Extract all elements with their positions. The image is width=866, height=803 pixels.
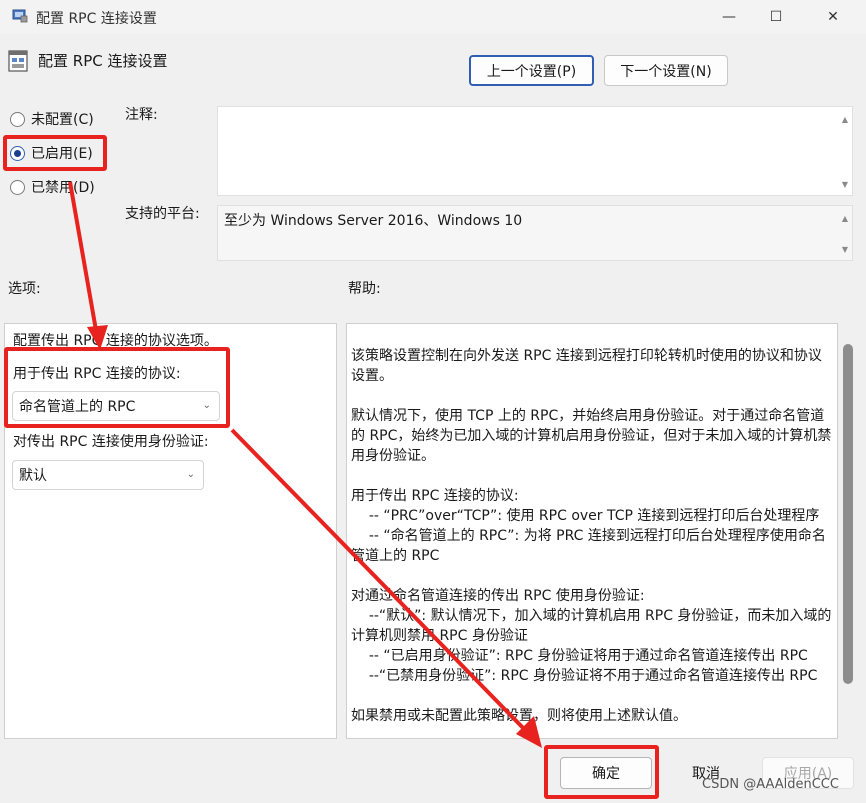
options-intro: 配置传出 RPC 连接的协议选项。: [13, 333, 218, 349]
auth-select[interactable]: 默认 ⌄: [12, 460, 204, 490]
chevron-down-icon: ⌄: [186, 469, 195, 480]
next-setting-button[interactable]: 下一个设置(N): [604, 55, 728, 86]
radio-enabled[interactable]: 已启用(E): [10, 142, 93, 164]
titlebar: 配置 RPC 连接设置 — ☐ ✕: [0, 0, 866, 34]
platform-value: 至少为 Windows Server 2016、Windows 10: [224, 213, 523, 229]
close-icon: ✕: [827, 9, 839, 25]
chevron-down-icon: ⌄: [202, 400, 211, 411]
auth-value: 默认: [19, 468, 47, 484]
radio-label: 已启用(E): [31, 146, 93, 162]
page-title: 配置 RPC 连接设置: [38, 52, 168, 70]
options-panel: 配置传出 RPC 连接的协议选项。 用于传出 RPC 连接的协议: 命名管道上的…: [4, 323, 337, 739]
platform-label: 支持的平台:: [125, 206, 200, 222]
auth-label: 对传出 RPC 连接使用身份验证:: [13, 434, 209, 450]
radio-circle: [10, 179, 25, 195]
help-text: 该策略设置控制在向外发送 RPC 连接到远程打印轮转机时使用的协议和协议设置。 …: [351, 348, 832, 724]
policy-settings-icon: [12, 9, 28, 23]
help-panel[interactable]: 该策略设置控制在向外发送 RPC 连接到远程打印轮转机时使用的协议和协议设置。 …: [346, 323, 838, 739]
platform-field: 至少为 Windows Server 2016、Windows 10 ▲ ▼: [217, 205, 853, 261]
help-scrollbar[interactable]: [843, 344, 853, 684]
protocol-label: 用于传出 RPC 连接的协议:: [13, 366, 181, 382]
maximize-button[interactable]: ☐: [753, 0, 799, 34]
radio-disabled[interactable]: 已禁用(D): [10, 176, 95, 198]
radio-circle: [10, 111, 25, 127]
previous-setting-button[interactable]: 上一个设置(P): [469, 55, 594, 86]
minimize-button[interactable]: —: [706, 0, 752, 34]
notes-label: 注释:: [125, 107, 158, 123]
watermark: CSDN @AAAldenCCC: [702, 777, 839, 792]
protocol-value: 命名管道上的 RPC: [19, 399, 136, 415]
scroll-down-icon[interactable]: ▼: [842, 245, 848, 254]
policy-page-icon: [8, 50, 28, 72]
maximize-icon: ☐: [769, 9, 783, 25]
options-section-label: 选项:: [8, 281, 41, 297]
minimize-icon: —: [722, 9, 736, 25]
arrow-enabled-to-protocol: [68, 181, 99, 337]
protocol-select[interactable]: 命名管道上的 RPC ⌄: [12, 391, 220, 421]
radio-label: 已禁用(D): [31, 180, 95, 196]
scroll-down-icon[interactable]: ▼: [842, 180, 848, 189]
policy-dialog: 配置 RPC 连接设置 — ☐ ✕ 配置 RPC 连接设置 上一个设置(P) 下…: [0, 0, 866, 803]
close-button[interactable]: ✕: [810, 0, 856, 34]
help-section-label: 帮助:: [348, 281, 381, 297]
radio-not-configured[interactable]: 未配置(C): [10, 108, 94, 130]
ok-button[interactable]: 确定: [560, 757, 652, 789]
window-title: 配置 RPC 连接设置: [36, 11, 157, 27]
notes-textarea[interactable]: ▲ ▼: [217, 106, 853, 196]
scroll-up-icon[interactable]: ▲: [842, 214, 848, 223]
scroll-up-icon[interactable]: ▲: [842, 115, 848, 124]
radio-circle-checked: [10, 145, 25, 161]
radio-label: 未配置(C): [31, 112, 94, 128]
